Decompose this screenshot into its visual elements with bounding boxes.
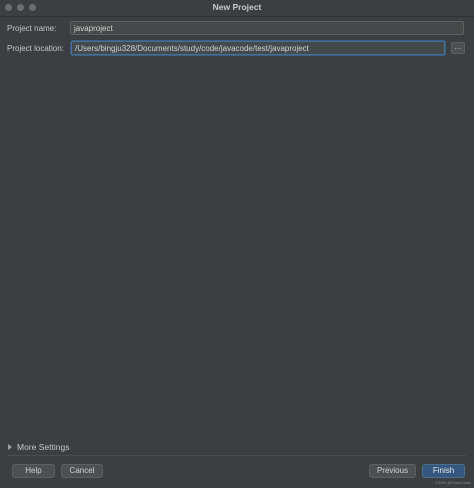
project-name-input[interactable]: javaproject [70, 21, 464, 35]
more-settings-label: More Settings [17, 442, 70, 452]
previous-button[interactable]: Previous [369, 464, 416, 478]
watermark: CSDN @TodoCoder [434, 480, 471, 485]
browse-location-button[interactable]: ... [451, 42, 465, 54]
project-location-label: Project location: [7, 44, 64, 53]
window-title: New Project [212, 2, 262, 12]
project-location-input[interactable]: /Users/bingju328/Documents/study/code/ja… [71, 41, 445, 55]
finish-button[interactable]: Finish [422, 464, 465, 478]
title-bar: New Project [0, 0, 474, 17]
new-project-dialog: New Project Project name: javaproject Pr… [0, 0, 474, 488]
cancel-button[interactable]: Cancel [61, 464, 103, 478]
disclosure-triangle-icon [8, 443, 12, 450]
help-button[interactable]: Help [12, 464, 55, 478]
footer-divider [8, 455, 466, 456]
more-settings-toggle[interactable]: More Settings [8, 442, 69, 452]
project-name-label: Project name: [7, 24, 57, 33]
